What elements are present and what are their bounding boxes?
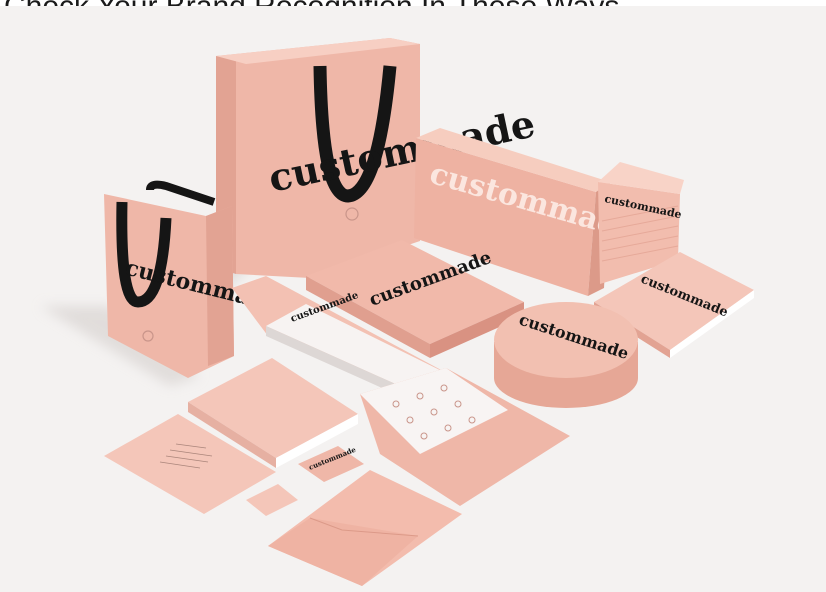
round-box: custommade — [494, 302, 638, 408]
branding-mockup-photo: custommade custommade custommade customm… — [0, 6, 826, 592]
branding-illustration: custommade custommade custommade customm… — [40, 38, 754, 586]
